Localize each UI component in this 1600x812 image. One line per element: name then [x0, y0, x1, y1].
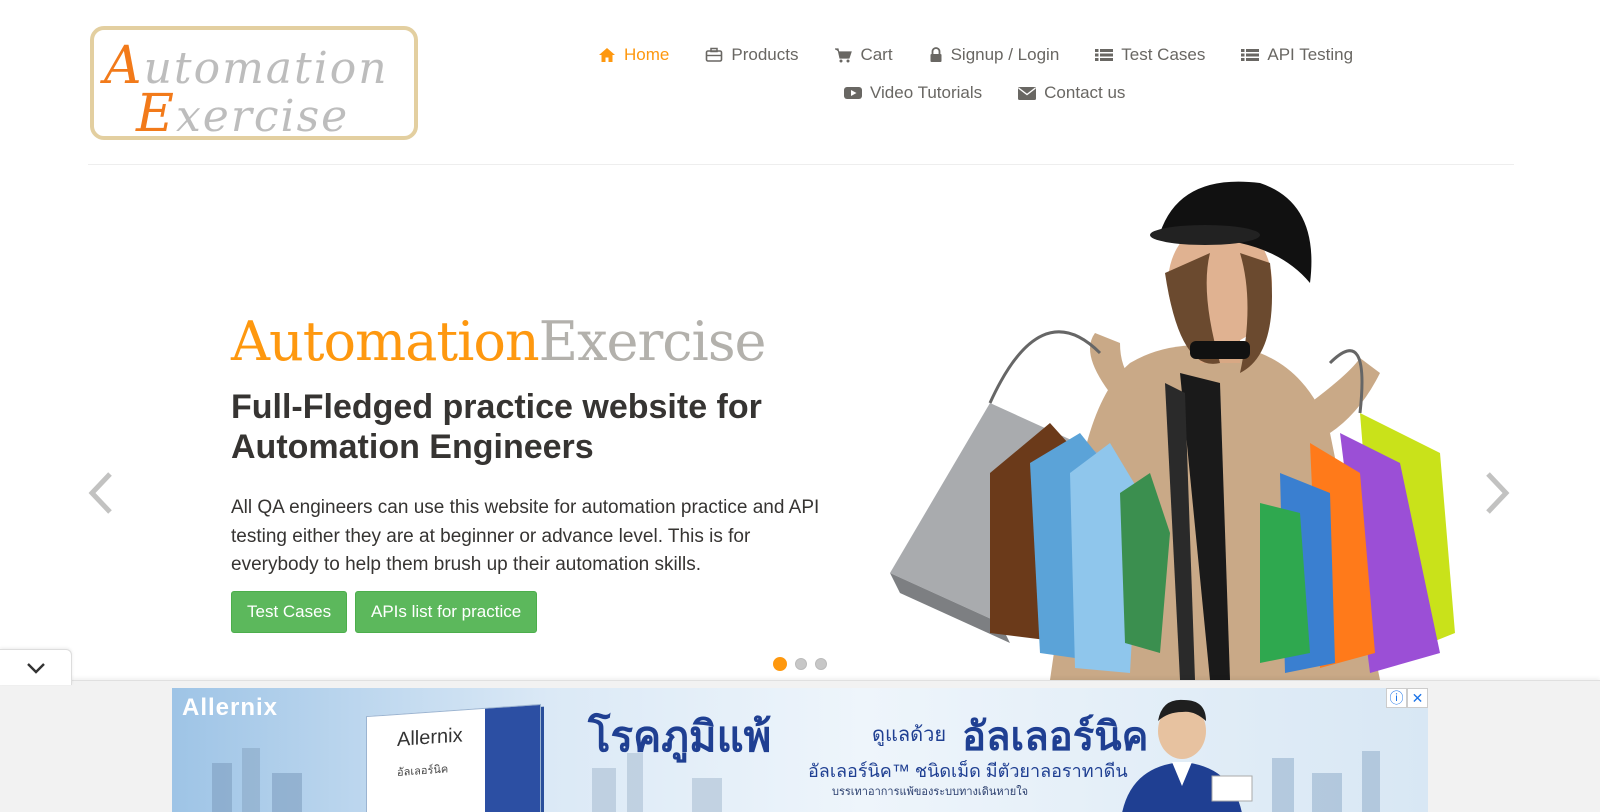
slider-description: All QA engineers can use this website fo…: [231, 497, 820, 575]
carousel-indicators: [773, 657, 835, 671]
envelope-icon: [1018, 85, 1037, 101]
ad-headline-a: โรคภูมิแพ้: [588, 713, 772, 760]
ad-spokesperson-image: [1122, 699, 1253, 812]
site-logo[interactable]: Automation Exercise: [90, 26, 418, 140]
nav-item-home[interactable]: Home: [598, 45, 669, 65]
ad-headline-b: ดูแลด้วย: [872, 724, 947, 746]
nav-label: Video Tutorials: [870, 83, 983, 102]
ad-brand-label: Allernix: [182, 694, 279, 721]
chevron-left-icon: [88, 472, 112, 514]
logo-line-2: Exercise: [136, 84, 350, 140]
ad-product-pack: Allernix อัลเลอร์นิค: [366, 703, 541, 812]
nav-item-products[interactable]: Products: [705, 45, 798, 65]
nav-label: Contact us: [1044, 83, 1126, 102]
apis-list-button[interactable]: APIs list for practice: [355, 591, 538, 633]
nav-item-test-cases[interactable]: Test Cases: [1095, 45, 1205, 65]
hero-carousel: AutomationExercise Full-Fledged practice…: [0, 165, 1600, 680]
carousel-dot[interactable]: [773, 657, 787, 671]
ad-collapse-button[interactable]: [0, 649, 72, 685]
ad-controls: ⓘ ✕: [1386, 688, 1428, 708]
carousel-prev-button[interactable]: [86, 470, 116, 521]
nav-row-1: Home Products Cart Signup / Login Test C…: [590, 36, 1410, 74]
briefcase-icon: [705, 47, 723, 63]
chevron-down-icon: [26, 662, 45, 674]
nav-item-video-tutorials[interactable]: Video Tutorials: [844, 83, 982, 103]
ad-close-button[interactable]: ✕: [1407, 688, 1428, 708]
ad-fineprint: บรรเทาอาการแพ้ของระบบทางเดินหายใจ: [832, 786, 1029, 798]
ad-info-button[interactable]: ⓘ: [1386, 688, 1407, 708]
slider-brand-title: AutomationExercise: [231, 310, 766, 373]
slider-headline: Full-Fledged practice website for Automa…: [231, 388, 762, 466]
test-cases-button[interactable]: Test Cases: [231, 591, 348, 633]
ad-pack-thai: อัลเลอร์นิค: [397, 763, 449, 779]
lock-icon: [929, 47, 943, 63]
nav-label: Test Cases: [1121, 45, 1206, 64]
cart-icon: [834, 47, 853, 63]
home-icon: [598, 47, 616, 63]
nav-item-signup-login[interactable]: Signup / Login: [929, 45, 1060, 65]
nav-label: Signup / Login: [950, 45, 1060, 64]
list-icon: [1241, 47, 1260, 63]
ad-pack-band: [485, 704, 540, 812]
ad-subline: อัลเลอร์นิค™ ชนิดเม็ด มีตัวยาลอราทาดีน: [808, 761, 1128, 781]
nav-row-2: Video Tutorials Contact us: [590, 74, 1410, 112]
nav-label: Cart: [860, 45, 893, 64]
list-icon: [1095, 47, 1114, 63]
main-nav: Home Products Cart Signup / Login Test C…: [590, 36, 1410, 112]
anchor-ad-bar: Allernix Allernix อัลเลอร์นิค โรคภูมิแพ้…: [0, 680, 1600, 812]
hero-image-girl-with-shopping-bags: [890, 181, 1455, 680]
carousel-dot[interactable]: [795, 658, 807, 670]
carousel-dot[interactable]: [815, 658, 827, 670]
nav-item-api-testing[interactable]: API Testing: [1241, 45, 1353, 65]
nav-item-cart[interactable]: Cart: [834, 45, 893, 65]
page: Automation Exercise Home Products Cart S…: [0, 0, 1600, 812]
youtube-icon: [844, 85, 862, 101]
nav-label: Products: [731, 45, 799, 64]
ad-pack-name: Allernix: [397, 724, 463, 751]
nav-item-contact-us[interactable]: Contact us: [1018, 83, 1125, 103]
ad-banner[interactable]: Allernix Allernix อัลเลอร์นิค โรคภูมิแพ้…: [172, 688, 1428, 812]
nav-label: API Testing: [1267, 45, 1354, 64]
nav-label: Home: [624, 45, 670, 64]
